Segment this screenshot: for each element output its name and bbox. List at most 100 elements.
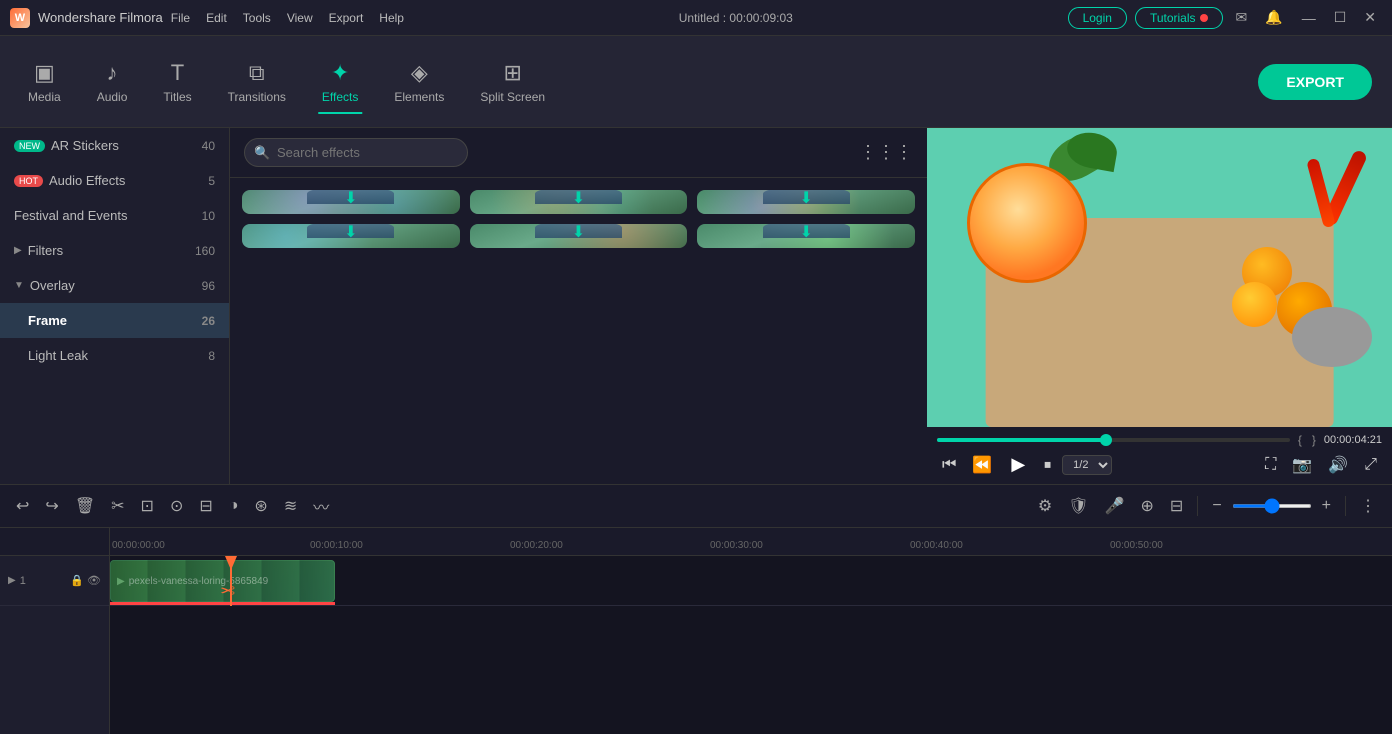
hide-track-button[interactable]: 👁 bbox=[87, 574, 101, 587]
login-button[interactable]: Login bbox=[1068, 7, 1127, 29]
crop-tool-button[interactable]: ⊟ bbox=[193, 493, 218, 519]
fullscreen-button[interactable]: ⛶ bbox=[1260, 453, 1281, 477]
media-label: Media bbox=[28, 90, 61, 104]
titlebar-left: W Wondershare Filmora File Edit Tools Vi… bbox=[10, 8, 404, 28]
tab-titles[interactable]: T Titles bbox=[145, 52, 209, 112]
divider2 bbox=[1345, 496, 1346, 516]
download-icon: ⬇ bbox=[344, 224, 357, 242]
effect-card-bokeh2[interactable]: ⬇ Bokeh 2 bbox=[697, 224, 915, 248]
shield-button[interactable]: 🛡 bbox=[1062, 493, 1094, 519]
timeline: ↩ ↪ 🗑 ✂ ⊡ ⊙ ⊟ ◑ ⊛ ≋ 〰 ⚙ 🛡 🎤 ⊕ ⊟ − + ⋮ ▶ bbox=[0, 484, 1392, 734]
tab-elements[interactable]: ◈ Elements bbox=[376, 52, 462, 112]
ai-cutout-button[interactable]: ⊛ bbox=[248, 493, 273, 519]
search-icon: 🔍 bbox=[254, 145, 270, 161]
layers-button[interactable]: ⊕ bbox=[1135, 493, 1160, 519]
menu-export[interactable]: Export bbox=[329, 11, 364, 25]
minimize-button[interactable]: — bbox=[1296, 7, 1322, 28]
cut-button[interactable]: ✂ bbox=[105, 493, 130, 519]
redo-button[interactable]: ↪ bbox=[39, 493, 64, 519]
time-mark-3: 00:00:30:00 bbox=[710, 540, 763, 551]
titles-icon: T bbox=[171, 60, 184, 86]
lock-track-button[interactable]: 🔒 bbox=[70, 574, 84, 587]
play-pause-button[interactable]: ▶ bbox=[1003, 451, 1033, 478]
effect-card-bokeh4[interactable]: ⬇ Bokeh 4 bbox=[242, 224, 460, 248]
overlay-button[interactable]: ⊟ bbox=[1164, 493, 1189, 519]
time-mark-0: 00:00:00:00 bbox=[112, 540, 165, 551]
audio-adj-button[interactable]: ≋ bbox=[278, 493, 303, 519]
effect-thumb-bokeh3: ⬇ bbox=[470, 224, 688, 248]
main-toolbar: ▣ Media ♪ Audio T Titles ⧉ Transitions ✦… bbox=[0, 36, 1392, 128]
resize-button[interactable]: ⤢ bbox=[1359, 453, 1382, 477]
in-point-bracket[interactable]: { bbox=[1296, 433, 1304, 447]
tab-split-screen[interactable]: ⊞ Split Screen bbox=[462, 52, 563, 112]
menu-view[interactable]: View bbox=[287, 11, 313, 25]
mic-button[interactable]: 🎤 bbox=[1099, 493, 1131, 519]
elements-icon: ◈ bbox=[411, 60, 428, 86]
tab-media[interactable]: ▣ Media bbox=[10, 52, 79, 112]
time-mark-2: 00:00:20:00 bbox=[510, 540, 563, 551]
sidebar-item-filters[interactable]: ▶ Filters 160 bbox=[0, 233, 229, 268]
download-icon: ⬇ bbox=[799, 224, 812, 242]
out-point-bracket[interactable]: } bbox=[1310, 433, 1318, 447]
video-track-icon: ▶ bbox=[8, 575, 16, 586]
audio-wave-button[interactable]: 〰 bbox=[307, 491, 335, 521]
sidebar-item-ar-stickers[interactable]: NEW AR Stickers 40 bbox=[0, 128, 229, 163]
menu-tools[interactable]: Tools bbox=[243, 11, 271, 25]
skip-back-button[interactable]: ⏮ bbox=[937, 453, 961, 477]
trim-line bbox=[110, 602, 335, 605]
playback-controls: ⏮ ⏪ ▶ ⏹ 1/2 ⛶ 📷 🔊 ⤢ bbox=[937, 451, 1382, 478]
track-controls: 🔒 👁 bbox=[70, 574, 101, 587]
preview-scene bbox=[927, 128, 1392, 427]
tutorials-button[interactable]: Tutorials bbox=[1135, 7, 1223, 29]
undo-button[interactable]: ↩ bbox=[10, 493, 35, 519]
color-button[interactable]: ◑ bbox=[223, 494, 245, 518]
menu-file[interactable]: File bbox=[171, 11, 190, 25]
tab-transitions[interactable]: ⧉ Transitions bbox=[210, 52, 304, 112]
snapshot-button[interactable]: 📷 bbox=[1287, 452, 1317, 478]
hot-badge: HOT bbox=[14, 175, 43, 187]
progress-bar[interactable] bbox=[937, 438, 1290, 442]
effect-thumb-bokeh5: ⬇ bbox=[697, 190, 915, 214]
mail-icon[interactable]: ✉ bbox=[1231, 7, 1253, 28]
tab-effects[interactable]: ✦ Effects bbox=[304, 52, 376, 112]
effect-card-bokeh7[interactable]: ⬇ Bokeh 7 bbox=[242, 190, 460, 214]
frame-back-button[interactable]: ⏪ bbox=[967, 452, 997, 478]
menu-help[interactable]: Help bbox=[379, 11, 404, 25]
audio-icon: ♪ bbox=[107, 60, 118, 86]
zoom-fit-button[interactable]: ⊙ bbox=[164, 493, 189, 519]
effect-card-bokeh5[interactable]: ⬇ Bokeh 5 bbox=[697, 190, 915, 214]
zoom-in-button[interactable]: + bbox=[1316, 494, 1337, 518]
effect-card-bokeh6[interactable]: ⬇ Bokeh 6 bbox=[470, 190, 688, 214]
download-icon: ⬇ bbox=[572, 224, 585, 242]
window-controls: — ☐ ✕ bbox=[1296, 7, 1382, 28]
volume-button[interactable]: 🔊 bbox=[1323, 452, 1353, 478]
notifications-icon[interactable]: 🔔 bbox=[1260, 7, 1287, 28]
menu-edit[interactable]: Edit bbox=[206, 11, 227, 25]
grid-toggle-icon[interactable]: ⋮⋮⋮ bbox=[859, 142, 913, 163]
quality-selector[interactable]: 1/2 bbox=[1062, 455, 1112, 475]
timeline-settings-button[interactable]: ⋮ bbox=[1354, 493, 1382, 519]
sidebar-item-light-leak[interactable]: Light Leak 8 bbox=[0, 338, 229, 373]
overlay-label: Overlay bbox=[30, 278, 75, 293]
filters-count: 160 bbox=[195, 244, 215, 258]
crop-button[interactable]: ⊡ bbox=[135, 493, 160, 519]
sidebar-item-frame[interactable]: Frame 26 bbox=[0, 303, 229, 338]
export-button[interactable]: EXPORT bbox=[1258, 64, 1372, 100]
zoom-out-button[interactable]: − bbox=[1206, 494, 1227, 518]
sidebar-item-audio-effects[interactable]: HOT Audio Effects 5 bbox=[0, 163, 229, 198]
track-labels: ▶ 1 🔒 👁 bbox=[0, 528, 110, 734]
tab-audio[interactable]: ♪ Audio bbox=[79, 52, 146, 112]
effect-thumb-bokeh6: ⬇ bbox=[470, 190, 688, 214]
progress-thumb[interactable] bbox=[1100, 434, 1112, 446]
sidebar-item-overlay[interactable]: ▼ Overlay 96 bbox=[0, 268, 229, 303]
close-button[interactable]: ✕ bbox=[1358, 7, 1382, 28]
search-input[interactable] bbox=[244, 138, 468, 167]
light-leak-label: Light Leak bbox=[28, 348, 88, 363]
maximize-button[interactable]: ☐ bbox=[1328, 7, 1353, 28]
stop-button[interactable]: ⏹ bbox=[1039, 453, 1056, 476]
sidebar-item-festival-events[interactable]: Festival and Events 10 bbox=[0, 198, 229, 233]
effect-card-bokeh3[interactable]: ⬇ Bokeh 3 bbox=[470, 224, 688, 248]
zoom-slider[interactable] bbox=[1232, 504, 1312, 508]
track-settings-button[interactable]: ⚙ bbox=[1032, 493, 1058, 519]
delete-button[interactable]: 🗑 bbox=[69, 493, 101, 519]
